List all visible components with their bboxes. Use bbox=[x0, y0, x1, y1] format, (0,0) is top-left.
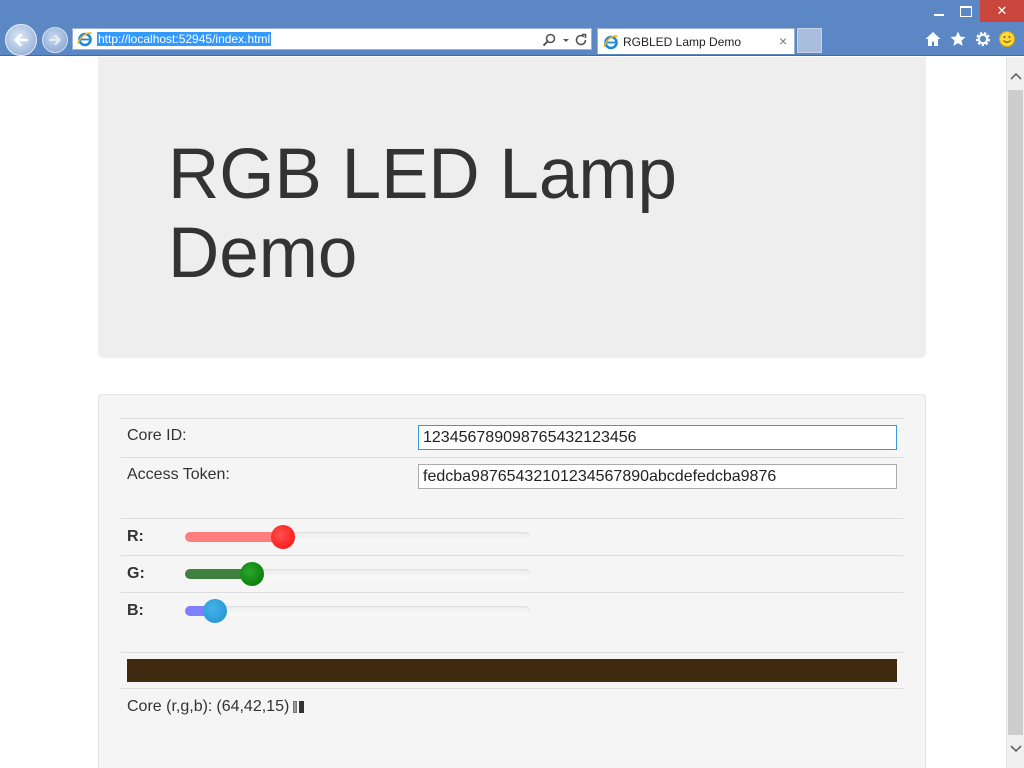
vertical-scrollbar[interactable] bbox=[1006, 57, 1024, 768]
chevron-down-icon[interactable] bbox=[561, 32, 571, 48]
smiley-icon[interactable] bbox=[997, 29, 1017, 49]
access-token-input[interactable] bbox=[418, 464, 897, 489]
red-slider-fill bbox=[185, 532, 283, 542]
back-arrow-icon bbox=[14, 33, 29, 47]
page-viewport: RGB LED Lamp Demo Core ID: Access Token:… bbox=[0, 57, 1006, 768]
address-bar[interactable]: http://localhost:52945/index.html bbox=[72, 28, 592, 50]
blue-slider-thumb[interactable] bbox=[203, 599, 227, 623]
jumbotron: RGB LED Lamp Demo bbox=[98, 57, 926, 358]
blue-label: B: bbox=[127, 602, 144, 619]
scroll-up-button[interactable] bbox=[1007, 61, 1024, 91]
red-slider-row: R: bbox=[121, 518, 903, 555]
chevron-down-icon bbox=[1009, 745, 1022, 753]
red-slider-thumb[interactable] bbox=[271, 525, 295, 549]
status-row: Core (r,g,b): (64,42,15) bbox=[121, 688, 903, 728]
scroll-down-button[interactable] bbox=[1007, 734, 1024, 764]
ie-logo-icon bbox=[603, 35, 618, 50]
core-id-input[interactable] bbox=[418, 425, 897, 450]
green-slider[interactable] bbox=[185, 562, 530, 586]
color-preview-row bbox=[121, 652, 903, 688]
core-id-row: Core ID: bbox=[121, 418, 903, 457]
minimize-window-button[interactable] bbox=[926, 0, 952, 22]
color-preview-swatch bbox=[127, 659, 897, 682]
close-window-button[interactable]: ✕ bbox=[980, 0, 1024, 22]
chevron-up-icon bbox=[1009, 72, 1022, 80]
forward-button[interactable] bbox=[42, 27, 68, 53]
search-icon[interactable] bbox=[541, 32, 557, 48]
control-panel: Core ID: Access Token: R: G: B: bbox=[98, 394, 926, 768]
page-title: RGB LED Lamp Demo bbox=[168, 135, 678, 293]
browser-toolbar: ✕ http://localhost:52945/index.html RGBL… bbox=[0, 0, 1024, 56]
green-slider-row: G: bbox=[121, 555, 903, 592]
blue-slider-row: B: bbox=[121, 592, 903, 629]
forward-arrow-icon bbox=[49, 35, 61, 45]
core-id-label: Core ID: bbox=[127, 427, 187, 444]
status-indicator-icon bbox=[293, 701, 305, 713]
green-slider-thumb[interactable] bbox=[240, 562, 264, 586]
ie-logo-icon bbox=[77, 32, 92, 47]
gear-icon[interactable] bbox=[973, 29, 993, 49]
core-status: Core (r,g,b): (64,42,15) bbox=[127, 698, 305, 716]
red-label: R: bbox=[127, 528, 144, 545]
access-token-row: Access Token: bbox=[121, 457, 903, 496]
core-status-label: Core (r,g,b): bbox=[127, 698, 213, 715]
home-icon[interactable] bbox=[923, 29, 943, 49]
green-label: G: bbox=[127, 565, 145, 582]
address-url[interactable]: http://localhost:52945/index.html bbox=[97, 32, 272, 46]
new-tab-button[interactable] bbox=[797, 28, 822, 53]
core-status-value: (64,42,15) bbox=[216, 698, 290, 715]
star-icon[interactable] bbox=[948, 29, 968, 49]
refresh-icon[interactable] bbox=[573, 32, 589, 48]
access-token-label: Access Token: bbox=[127, 466, 230, 483]
tab-label: RGBLED Lamp Demo bbox=[623, 35, 742, 49]
maximize-window-button[interactable] bbox=[953, 0, 979, 22]
back-button[interactable] bbox=[5, 24, 37, 56]
red-slider[interactable] bbox=[185, 525, 530, 549]
blue-slider[interactable] bbox=[185, 599, 530, 623]
close-tab-button[interactable]: × bbox=[779, 33, 787, 49]
scroll-thumb[interactable] bbox=[1008, 90, 1023, 735]
tab-rgbled-lamp-demo[interactable]: RGBLED Lamp Demo × bbox=[597, 28, 795, 54]
